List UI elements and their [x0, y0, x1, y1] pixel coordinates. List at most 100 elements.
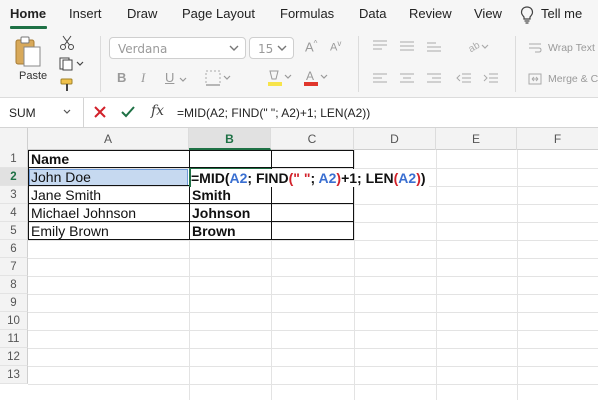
menu-draw[interactable]: Draw: [127, 6, 157, 21]
gridline: [28, 258, 598, 259]
formula-ref-a2: A2: [398, 170, 417, 186]
ribbon-separator: [100, 36, 101, 92]
menu-tell-me[interactable]: Tell me: [541, 6, 582, 21]
row-header-3[interactable]: 3: [0, 186, 28, 204]
cell-b5[interactable]: Brown: [190, 222, 236, 240]
row-header-13[interactable]: 13: [0, 366, 28, 384]
row-header-4[interactable]: 4: [0, 204, 28, 222]
lightbulb-icon[interactable]: [520, 6, 534, 24]
select-all-corner[interactable]: [0, 128, 28, 150]
column-header-b[interactable]: B: [189, 128, 271, 150]
font-name-value: Verdana: [118, 42, 168, 56]
chevron-down-icon: [229, 45, 239, 51]
formula-part: =MID(: [191, 170, 230, 186]
cut-icon[interactable]: [59, 35, 75, 51]
menu-insert[interactable]: Insert: [69, 6, 102, 21]
chevron-down-icon[interactable]: [62, 107, 72, 117]
menu-data[interactable]: Data: [359, 6, 386, 21]
wrap-text-icon[interactable]: [528, 42, 542, 54]
cell-b2-edit-formula[interactable]: =MID(A2; FIND(" "; A2)+1; LEN(A2)): [191, 169, 429, 187]
gridline: [517, 150, 518, 400]
row-header-8[interactable]: 8: [0, 276, 28, 294]
borders-icon[interactable]: [205, 70, 233, 86]
name-box-value: SUM: [9, 106, 36, 120]
align-bottom-icon[interactable]: [426, 39, 442, 53]
align-right-icon[interactable]: [426, 72, 442, 86]
column-header-d[interactable]: D: [354, 128, 436, 150]
gridline: [28, 276, 598, 277]
spreadsheet-grid[interactable]: A B C D E F 1 2 3 4 5 6 7 8 9 10 11 12 1…: [0, 128, 598, 400]
cell-a4[interactable]: Michael Johnson: [29, 204, 136, 222]
decrease-indent-icon[interactable]: [456, 72, 472, 86]
align-middle-icon[interactable]: [399, 39, 415, 53]
gridline: [28, 312, 598, 313]
column-header-c[interactable]: C: [271, 128, 354, 150]
menu-page-layout[interactable]: Page Layout: [182, 6, 255, 21]
row-header-2[interactable]: 2: [0, 168, 28, 186]
chevron-down-icon[interactable]: [178, 75, 188, 85]
font-color-icon[interactable]: A: [302, 68, 330, 88]
insert-function-icon[interactable]: fx: [151, 103, 164, 119]
paste-label: Paste: [19, 70, 48, 82]
align-top-icon[interactable]: [372, 39, 388, 53]
copy-icon[interactable]: [59, 57, 85, 71]
cell-b4[interactable]: Johnson: [190, 204, 250, 222]
cell-b3[interactable]: Smith: [190, 186, 231, 204]
wrap-text-label[interactable]: Wrap Text: [548, 42, 595, 54]
increase-indent-icon[interactable]: [483, 72, 499, 86]
menu-view[interactable]: View: [474, 6, 502, 21]
menu-formulas[interactable]: Formulas: [280, 6, 334, 21]
column-header-e[interactable]: E: [436, 128, 517, 150]
orientation-icon[interactable]: ab: [466, 38, 490, 54]
active-tab-indicator: [10, 26, 47, 29]
gridline: [28, 330, 598, 331]
cancel-icon[interactable]: [93, 105, 107, 119]
gridline: [28, 366, 598, 367]
align-left-icon[interactable]: [372, 72, 388, 86]
row-header-11[interactable]: 11: [0, 330, 28, 348]
column-header-f[interactable]: F: [517, 128, 598, 150]
decrease-font-icon[interactable]: Av: [330, 39, 341, 54]
formula-string: " ": [293, 170, 311, 186]
gridline: [28, 294, 598, 295]
row-header-12[interactable]: 12: [0, 348, 28, 366]
ribbon-separator: [515, 36, 516, 92]
menu-bar: Home Insert Draw Page Layout Formulas Da…: [0, 0, 598, 30]
column-header-a[interactable]: A: [28, 128, 189, 150]
italic-icon[interactable]: I: [141, 70, 145, 86]
name-box[interactable]: SUM: [0, 98, 84, 127]
format-painter-icon[interactable]: [59, 77, 75, 93]
chevron-down-icon: [277, 45, 287, 51]
gridline: [354, 150, 355, 400]
underline-icon[interactable]: U: [165, 70, 174, 85]
merge-center-icon[interactable]: [528, 73, 542, 85]
gridline: [28, 348, 598, 349]
gridline: [28, 240, 598, 241]
row-header-6[interactable]: 6: [0, 240, 28, 258]
paste-icon[interactable]: [14, 36, 44, 68]
font-size-value: 15: [258, 42, 274, 56]
cell-a1[interactable]: Name: [29, 150, 69, 168]
font-name-select[interactable]: Verdana: [109, 37, 246, 59]
cell-a2[interactable]: John Doe: [29, 168, 91, 186]
formula-part: ; FIND: [247, 170, 289, 186]
fill-color-icon[interactable]: [266, 68, 294, 88]
row-header-10[interactable]: 10: [0, 312, 28, 330]
ribbon-separator: [358, 36, 359, 92]
increase-font-icon[interactable]: A^: [305, 39, 317, 54]
menu-home[interactable]: Home: [10, 6, 46, 21]
row-header-1[interactable]: 1: [0, 150, 28, 168]
cell-a3[interactable]: Jane Smith: [29, 186, 101, 204]
align-center-icon[interactable]: [399, 72, 415, 86]
merge-center-label[interactable]: Merge & C: [548, 73, 598, 85]
enter-check-icon[interactable]: [120, 105, 136, 119]
menu-review[interactable]: Review: [409, 6, 452, 21]
font-size-select[interactable]: 15: [249, 37, 294, 59]
cell-a5[interactable]: Emily Brown: [29, 222, 109, 240]
bold-icon[interactable]: B: [117, 70, 126, 85]
row-header-7[interactable]: 7: [0, 258, 28, 276]
row-header-5[interactable]: 5: [0, 222, 28, 240]
row-header-9[interactable]: 9: [0, 294, 28, 312]
formula-input[interactable]: =MID(A2; FIND(" "; A2)+1; LEN(A2)): [177, 106, 370, 120]
gridline: [436, 150, 437, 400]
